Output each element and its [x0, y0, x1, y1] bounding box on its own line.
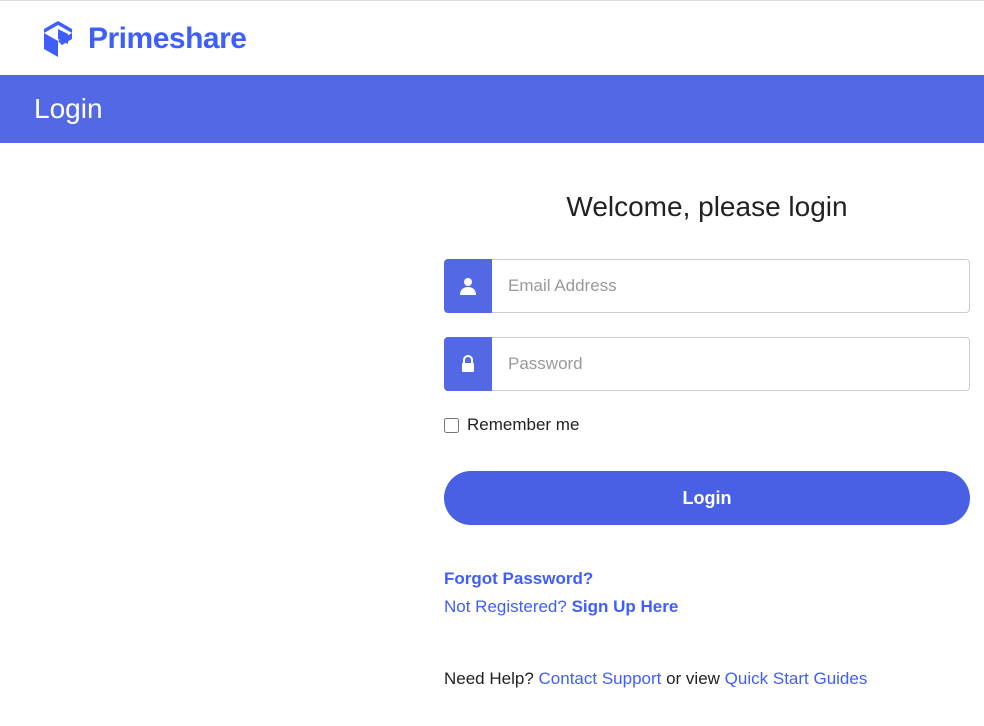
email-field[interactable]	[492, 259, 970, 313]
password-field[interactable]	[492, 337, 970, 391]
title-bar: Login	[0, 75, 984, 143]
forgot-password-link[interactable]: Forgot Password?	[444, 569, 970, 589]
remember-checkbox[interactable]	[444, 418, 459, 433]
signup-prefix: Not Registered?	[444, 597, 572, 616]
remember-me-row: Remember me	[444, 415, 970, 435]
brand-name: Primeshare	[88, 22, 246, 56]
lock-icon	[444, 337, 492, 391]
contact-support-link[interactable]: Contact Support	[539, 669, 662, 688]
page-title: Login	[34, 93, 950, 125]
signup-link[interactable]: Sign Up Here	[572, 597, 679, 616]
signup-row: Not Registered? Sign Up Here	[444, 597, 970, 617]
login-button[interactable]: Login	[444, 471, 970, 525]
brand-logo-icon	[40, 19, 76, 59]
quick-start-link[interactable]: Quick Start Guides	[725, 669, 868, 688]
links-section: Forgot Password? Not Registered? Sign Up…	[444, 569, 970, 617]
help-row: Need Help? Contact Support or view Quick…	[444, 669, 970, 689]
user-icon	[444, 259, 492, 313]
help-prefix: Need Help?	[444, 669, 539, 688]
help-middle: or view	[661, 669, 724, 688]
email-input-group	[444, 259, 970, 313]
welcome-heading: Welcome, please login	[444, 191, 970, 223]
login-form-container: Welcome, please login Remember me Login …	[0, 143, 984, 689]
header: Primeshare	[0, 1, 984, 75]
remember-label: Remember me	[467, 415, 579, 435]
password-input-group	[444, 337, 970, 391]
